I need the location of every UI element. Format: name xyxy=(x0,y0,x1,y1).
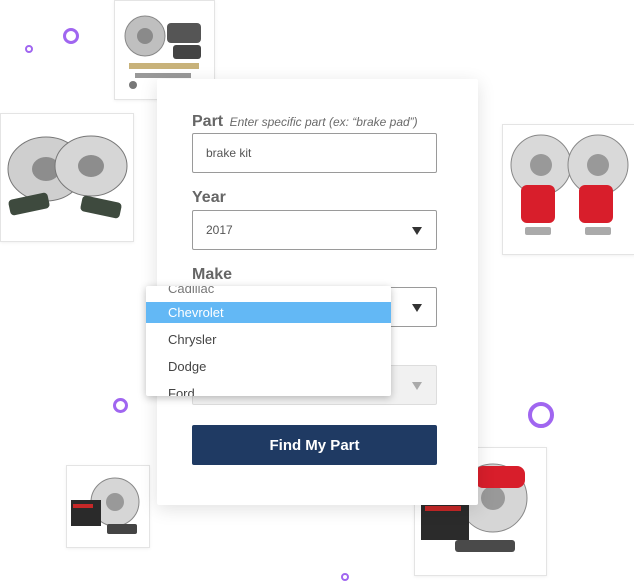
chevron-down-icon xyxy=(412,382,422,390)
decor-ring-icon xyxy=(25,45,33,53)
decor-ring-icon xyxy=(113,398,128,413)
find-my-part-button[interactable]: Find My Part xyxy=(192,425,437,465)
decor-ring-icon xyxy=(63,28,79,44)
decor-ring-icon xyxy=(341,573,349,581)
chevron-down-icon xyxy=(412,227,422,235)
make-option[interactable]: Dodge xyxy=(146,356,391,377)
red-caliper-rotors-icon xyxy=(510,134,629,235)
part-input[interactable]: brake kit xyxy=(192,133,437,173)
decor-ring-icon xyxy=(528,402,554,428)
year-label: Year xyxy=(192,189,226,206)
product-tile-rotors-pads xyxy=(0,113,134,242)
make-option[interactable]: Chrysler xyxy=(146,329,391,350)
year-select-value: 2017 xyxy=(206,223,233,237)
make-label: Make xyxy=(192,266,233,283)
make-option-highlighted[interactable]: Chevrolet xyxy=(146,302,391,323)
drilled-rotors-pads-icon xyxy=(7,135,128,219)
year-select[interactable]: 2017 xyxy=(192,210,437,250)
make-option[interactable]: Ford xyxy=(146,383,391,396)
part-label: Part Enter specific part (ex: “brake pad… xyxy=(192,113,418,131)
make-dropdown-list[interactable]: Cadillac Chevrolet Chrysler Dodge Ford xyxy=(146,286,391,396)
part-input-value: brake kit xyxy=(206,146,252,160)
product-tile-red-caliper xyxy=(502,124,634,255)
part-hint: Enter specific part (ex: “brake pad”) xyxy=(229,115,418,129)
product-tile-kit-box xyxy=(66,465,150,548)
make-option[interactable]: Cadillac xyxy=(146,286,391,299)
chevron-down-icon xyxy=(412,304,422,312)
part-label-text: Part xyxy=(192,113,224,130)
brake-kit-box-icon xyxy=(71,477,140,534)
